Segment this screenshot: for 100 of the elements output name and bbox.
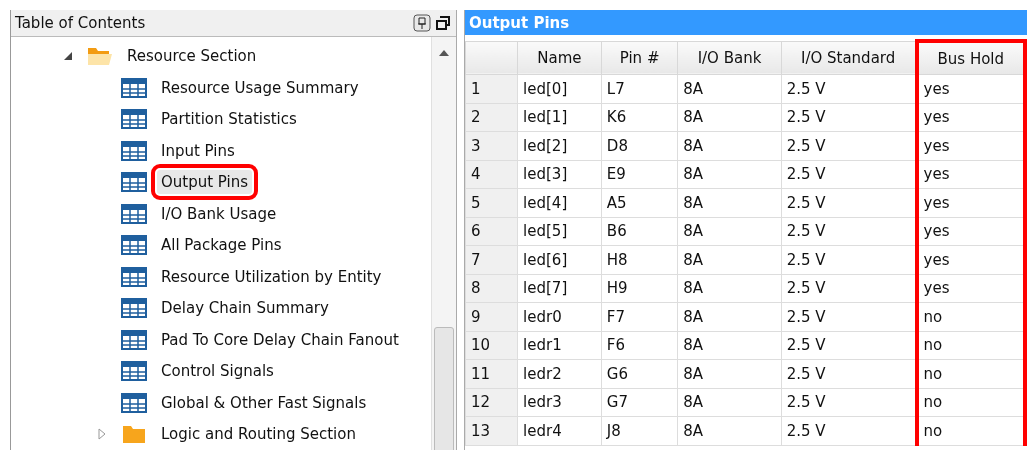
tree-item[interactable]: I/O Bank Usage: [157, 201, 281, 226]
table-cell: ledr3: [517, 388, 602, 417]
tree-item[interactable]: All Package Pins: [157, 233, 286, 258]
column-header[interactable]: Pin #: [601, 41, 678, 75]
table-cell: 8A: [677, 359, 782, 388]
report-title: Output Pins: [465, 10, 1027, 35]
table-cell: no: [916, 388, 1025, 417]
table-cell: E9: [601, 160, 678, 189]
table-cell: L7: [601, 74, 678, 103]
tree-item[interactable]: Resource Section: [123, 44, 261, 69]
table-cell: yes: [916, 74, 1025, 103]
table-cell: H8: [601, 245, 678, 274]
row-number: 6: [465, 217, 518, 246]
table-cell: G6: [601, 359, 678, 388]
scroll-up-icon[interactable]: [439, 48, 449, 57]
column-header[interactable]: I/O Standard: [781, 41, 917, 75]
table-cell: no: [916, 331, 1025, 360]
table-cell: 8A: [677, 103, 782, 132]
table-cell: no: [916, 302, 1025, 331]
table-icon: [121, 203, 147, 224]
table-cell: A5: [601, 188, 678, 217]
restore-window-icon[interactable]: [434, 13, 452, 32]
table-cell: led[5]: [517, 217, 602, 246]
tree-item[interactable]: Logic and Routing Section: [157, 422, 360, 447]
table-cell: 8A: [677, 188, 782, 217]
tree-item[interactable]: Resource Utilization by Entity: [157, 264, 386, 289]
table-cell: yes: [916, 188, 1025, 217]
table-icon: [121, 77, 147, 98]
table-cell: J8: [601, 416, 678, 445]
table-cell: yes: [916, 245, 1025, 274]
table-cell: 8A: [677, 217, 782, 246]
table-icon: [121, 109, 147, 130]
table-cell: led[2]: [517, 131, 602, 160]
row-number: 11: [465, 359, 518, 388]
table-cell: yes: [916, 217, 1025, 246]
table-cell: B6: [601, 217, 678, 246]
row-number: 12: [465, 388, 518, 417]
table-cell: 8A: [677, 245, 782, 274]
table-cell: led[6]: [517, 245, 602, 274]
row-number: 1: [465, 74, 518, 103]
table-cell: yes: [916, 131, 1025, 160]
tree-item[interactable]: Control Signals: [157, 359, 278, 384]
table-icon: [121, 392, 147, 413]
table-cell: no: [916, 416, 1025, 445]
scrollbar[interactable]: [431, 36, 456, 450]
row-number: 9: [465, 302, 518, 331]
tree-item[interactable]: Global & Other Fast Signals: [157, 390, 371, 415]
table-cell: 8A: [677, 416, 782, 445]
table-cell: D8: [601, 131, 678, 160]
tree-item[interactable]: Input Pins: [157, 138, 239, 163]
table-cell: ledr4: [517, 416, 602, 445]
row-number: 8: [465, 274, 518, 303]
table-icon: [121, 266, 147, 287]
table-cell: no: [916, 359, 1025, 388]
table-cell: K6: [601, 103, 678, 132]
pin-icon[interactable]: [413, 13, 431, 32]
table-cell: F7: [601, 302, 678, 331]
table-cell: 8A: [677, 160, 782, 189]
table-icon: [121, 329, 147, 350]
panel-title: Table of Contents: [15, 13, 147, 32]
table-cell: 8A: [677, 302, 782, 331]
table-icon: [121, 235, 147, 256]
table-icon: [121, 298, 147, 319]
table-cell: yes: [916, 103, 1025, 132]
table-cell: ledr0: [517, 302, 602, 331]
table-cell: 8A: [677, 74, 782, 103]
table-cell: led[1]: [517, 103, 602, 132]
table-cell: G7: [601, 388, 678, 417]
table-cell: H9: [601, 274, 678, 303]
column-header[interactable]: Name: [517, 41, 602, 75]
table-cell: yes: [916, 274, 1025, 303]
column-header[interactable]: Bus Hold: [916, 41, 1025, 75]
table-cell: ledr2: [517, 359, 602, 388]
table-cell: yes: [916, 160, 1025, 189]
row-number: 7: [465, 245, 518, 274]
row-number: 4: [465, 160, 518, 189]
table-cell: led[7]: [517, 274, 602, 303]
table-cell: led[0]: [517, 74, 602, 103]
table-cell: 8A: [677, 388, 782, 417]
row-number: 10: [465, 331, 518, 360]
table-icon: [121, 172, 147, 193]
row-number: 5: [465, 188, 518, 217]
folder-icon: [87, 46, 113, 67]
table-cell: 8A: [677, 331, 782, 360]
table-cell: 8A: [677, 274, 782, 303]
tree-item[interactable]: Resource Usage Summary: [157, 75, 363, 100]
column-header[interactable]: I/O Bank: [677, 41, 782, 75]
tree-item[interactable]: Delay Chain Summary: [157, 296, 333, 321]
table-cell: 8A: [677, 131, 782, 160]
folder-icon: [121, 424, 147, 445]
row-number: 2: [465, 103, 518, 132]
table-cell: F6: [601, 331, 678, 360]
tree-item[interactable]: Pad To Core Delay Chain Fanout: [157, 327, 403, 352]
scroll-thumb[interactable]: [434, 326, 454, 450]
row-number: 13: [465, 416, 518, 445]
table-cell: ledr1: [517, 331, 602, 360]
table-icon: [121, 140, 147, 161]
tree-item[interactable]: Partition Statistics: [157, 107, 301, 132]
table-icon: [121, 361, 147, 382]
row-number: 3: [465, 131, 518, 160]
